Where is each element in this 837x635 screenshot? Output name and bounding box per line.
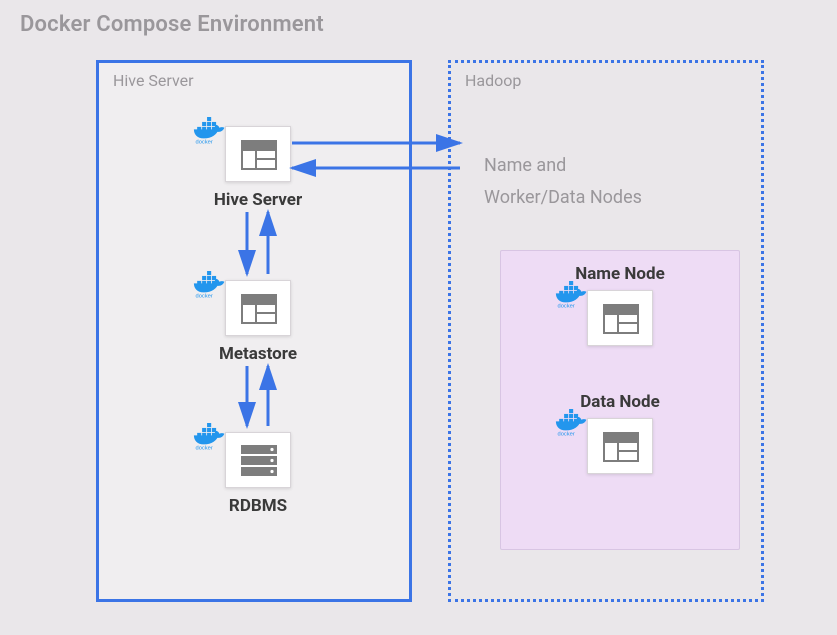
name-node-container-icon: docker — [587, 290, 653, 346]
name-node: Name Node docker — [560, 264, 680, 346]
hadoop-panel-label: Hadoop — [465, 71, 521, 90]
hive-server-container-icon: docker — [225, 126, 291, 182]
docker-icon: docker — [554, 281, 594, 309]
docker-icon: docker — [192, 271, 232, 299]
window-icon — [588, 419, 654, 475]
metastore-container-icon: docker — [225, 280, 291, 336]
metastore-label: Metastore — [198, 344, 318, 364]
rdbms-label: RDBMS — [198, 496, 318, 516]
window-icon — [588, 291, 654, 347]
page-title: Docker Compose Environment — [20, 12, 324, 37]
hadoop-desc-line1: Name and — [484, 150, 642, 182]
window-icon — [226, 281, 292, 337]
svg-text:docker: docker — [196, 445, 213, 451]
rdbms-node: docker RDBMS — [198, 432, 318, 516]
hadoop-description: Name and Worker/Data Nodes — [484, 150, 642, 215]
docker-badge-text: docker — [196, 139, 213, 145]
docker-icon: docker — [192, 423, 232, 451]
hadoop-desc-line2: Worker/Data Nodes — [484, 182, 642, 214]
server-rack-icon — [226, 433, 292, 489]
hive-server-label: Hive Server — [198, 190, 318, 210]
svg-text:docker: docker — [196, 293, 213, 299]
rdbms-container-icon: docker — [225, 432, 291, 488]
data-node-container-icon: docker — [587, 418, 653, 474]
docker-icon: docker — [192, 117, 232, 145]
hive-server-node: docker Hive Server — [198, 126, 318, 210]
svg-text:docker: docker — [558, 431, 575, 437]
data-node: Data Node docker — [560, 392, 680, 474]
metastore-node: docker Metastore — [198, 280, 318, 364]
hive-panel-label: Hive Server — [113, 71, 194, 90]
window-icon — [226, 127, 292, 183]
svg-text:docker: docker — [558, 303, 575, 309]
docker-icon: docker — [554, 409, 594, 437]
